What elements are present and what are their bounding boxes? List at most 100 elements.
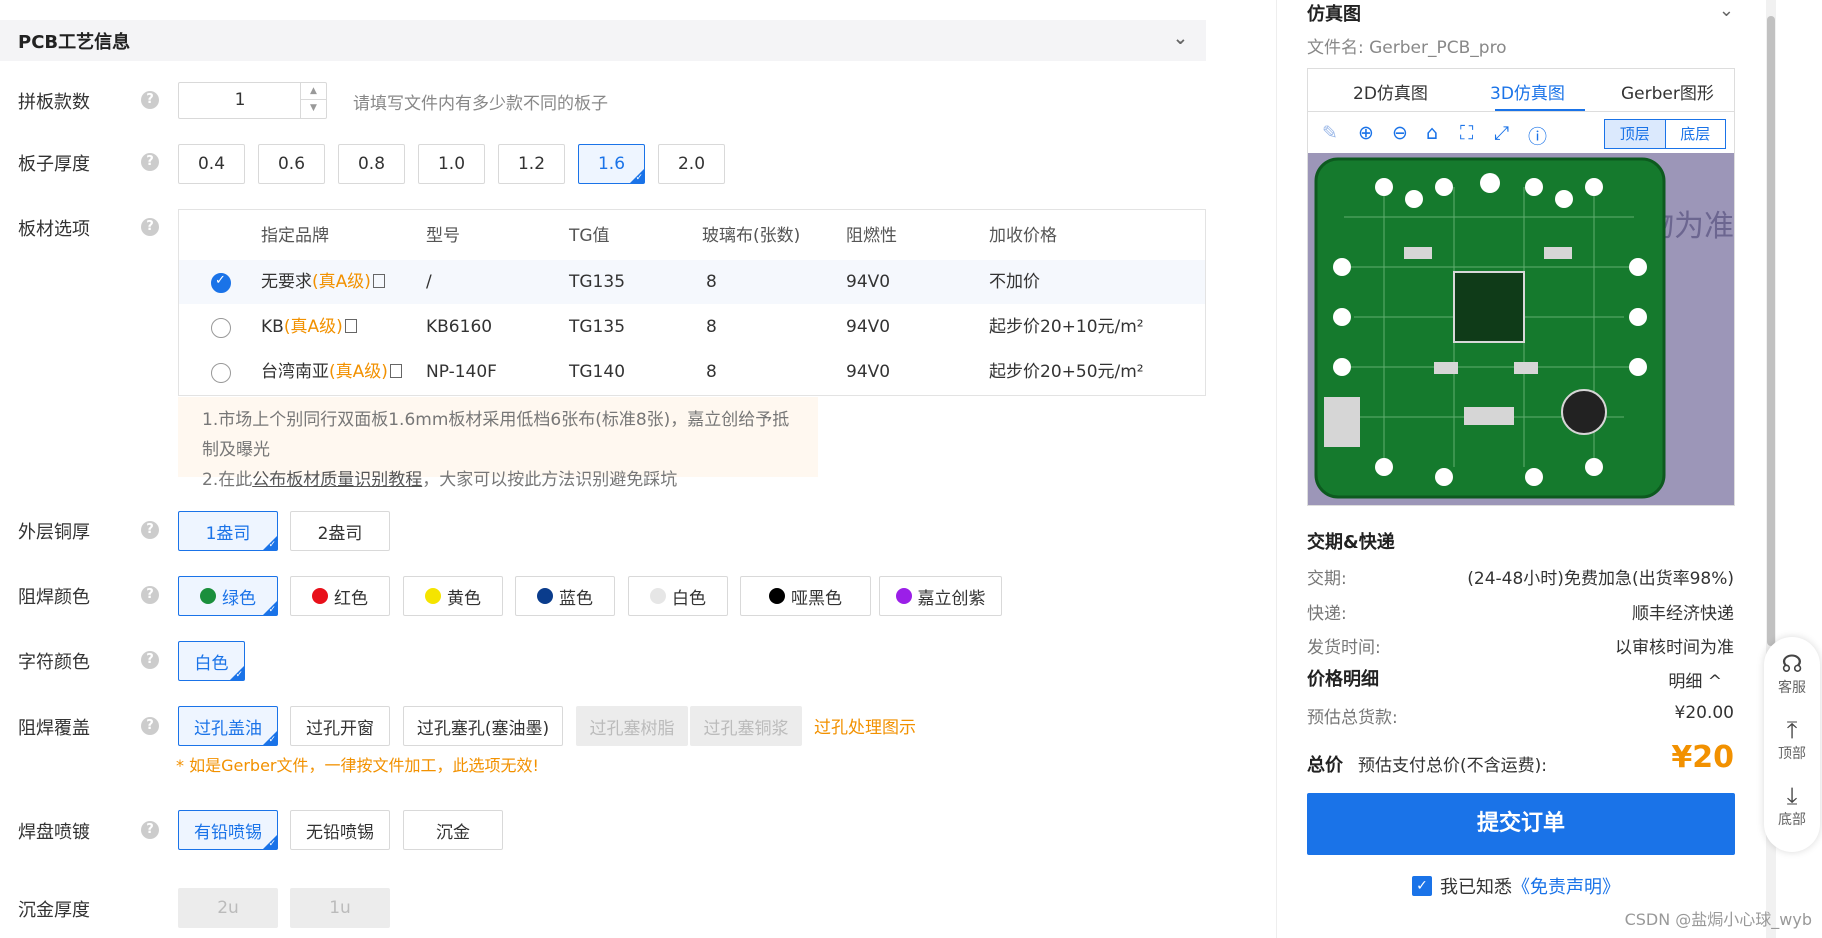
delivery-value: (24-48小时)免费加急(出货率98%) bbox=[1467, 569, 1734, 589]
mask-color-option[interactable]: 哑黑色 bbox=[740, 576, 871, 616]
radio[interactable] bbox=[211, 363, 231, 383]
panel-count-hint: 请填写文件内有多少款不同的板子 bbox=[353, 94, 608, 114]
pcb-3d-render[interactable]: 物为准 bbox=[1308, 153, 1734, 505]
help-icon[interactable]: ? bbox=[141, 717, 159, 735]
help-circle-icon[interactable]: ⓘ bbox=[1528, 122, 1547, 149]
mask-cover-label: 阻焊覆盖 bbox=[18, 718, 90, 739]
section-header-pcb[interactable]: PCB工艺信息 ⌄ bbox=[0, 20, 1206, 61]
mask-cover-option-disabled: 过孔塞树脂 bbox=[576, 706, 688, 746]
home-icon[interactable]: ⌂ bbox=[1426, 122, 1438, 144]
thickness-option-selected[interactable]: 1.6 ✓ bbox=[578, 144, 645, 184]
mask-cover-option[interactable]: 过孔塞孔(塞油墨) bbox=[403, 706, 563, 746]
fullscreen-icon[interactable]: ⤢ bbox=[1494, 122, 1509, 144]
pdf-icon[interactable] bbox=[372, 274, 385, 288]
help-icon[interactable]: ? bbox=[141, 153, 159, 171]
mask-color-option-selected[interactable]: 绿色 ✓ bbox=[178, 576, 278, 616]
yellow-swatch-icon bbox=[425, 588, 441, 604]
scrollbar-thumb[interactable] bbox=[1767, 16, 1775, 646]
float-label: 客服 bbox=[1778, 680, 1806, 696]
help-icon[interactable]: ? bbox=[141, 521, 159, 539]
chevron-down-icon[interactable]: ⌄ bbox=[1173, 28, 1188, 49]
back-to-top-button[interactable]: ⤒ 顶部 bbox=[1764, 717, 1820, 763]
total-label: 总价 bbox=[1307, 755, 1343, 776]
thickness-option[interactable]: 2.0 bbox=[658, 144, 725, 184]
thickness-option[interactable]: 0.8 bbox=[338, 144, 405, 184]
via-diagram-link[interactable]: 过孔处理图示 bbox=[814, 713, 916, 738]
silk-color-option-selected[interactable]: 白色 ✓ bbox=[178, 641, 245, 681]
help-icon[interactable]: ? bbox=[141, 218, 159, 236]
tutorial-link[interactable]: 公布板材质量识别教程 bbox=[252, 470, 422, 490]
mask-color-option[interactable]: 红色 bbox=[290, 576, 390, 616]
layer-top-button[interactable]: 顶层 bbox=[1605, 120, 1665, 148]
viewer-toolbar: ✎ ⊕ ⊖ ⌂ ⛶ ⤢ ⓘ 顶层 底层 bbox=[1308, 113, 1734, 153]
brand-name: 台湾南亚 bbox=[261, 362, 329, 382]
surface-option[interactable]: 沉金 bbox=[403, 810, 503, 850]
flame-cell: 94V0 bbox=[846, 317, 891, 337]
delivery-key: 交期: bbox=[1307, 569, 1347, 589]
radio-selected[interactable] bbox=[211, 273, 231, 293]
ruler-icon[interactable]: ✎ bbox=[1322, 122, 1338, 144]
thickness-label: 板子厚度 bbox=[18, 154, 90, 175]
mask-cover-option-selected[interactable]: 过孔盖油 ✓ bbox=[178, 706, 278, 746]
gold-thickness-label: 沉金厚度 bbox=[18, 900, 90, 921]
tab-gerber[interactable]: Gerber图形 bbox=[1621, 79, 1714, 104]
copper-option[interactable]: 2盎司 bbox=[290, 511, 390, 551]
agree-checkbox[interactable]: ✓ bbox=[1412, 876, 1432, 896]
increment-icon[interactable]: ▲ bbox=[301, 83, 326, 100]
thickness-option[interactable]: 1.0 bbox=[418, 144, 485, 184]
zoom-in-icon[interactable]: ⊕ bbox=[1358, 122, 1374, 144]
mask-cover-option[interactable]: 过孔开窗 bbox=[290, 706, 390, 746]
filename: 文件名: Gerber_PCB_pro bbox=[1307, 38, 1507, 58]
fit-icon[interactable]: ⛶ bbox=[1460, 122, 1473, 144]
decrement-icon[interactable]: ▼ bbox=[301, 100, 326, 117]
help-icon[interactable]: ? bbox=[141, 821, 159, 839]
table-row[interactable]: 无要求(真A级) / TG135 8 94V0 不加价 bbox=[179, 260, 1205, 304]
white-swatch-icon bbox=[650, 588, 666, 604]
customer-service-button[interactable]: ☊ 客服 bbox=[1764, 651, 1820, 697]
glass-cell: 8 bbox=[706, 272, 717, 292]
mask-cover-option-disabled: 过孔塞铜浆 bbox=[690, 706, 802, 746]
brand-cell: 台湾南亚(真A级) bbox=[261, 350, 402, 394]
pdf-icon[interactable] bbox=[389, 364, 402, 378]
submit-order-button[interactable]: 提交订单 bbox=[1307, 793, 1735, 855]
panel-count-value[interactable]: 1 bbox=[179, 83, 301, 118]
table-row[interactable]: 台湾南亚(真A级) NP-140F TG140 8 94V0 起步价20+50元… bbox=[179, 350, 1205, 394]
surface-option[interactable]: 无铅喷锡 bbox=[290, 810, 390, 850]
to-top-icon: ⤒ bbox=[1786, 716, 1798, 744]
help-icon[interactable]: ? bbox=[141, 651, 159, 669]
help-icon[interactable]: ? bbox=[141, 91, 159, 109]
mask-color-option[interactable]: 蓝色 bbox=[515, 576, 615, 616]
radio[interactable] bbox=[211, 318, 231, 338]
to-bottom-button[interactable]: ⤓ 底部 bbox=[1764, 783, 1820, 829]
price-detail-toggle[interactable]: 明细 ^ bbox=[1668, 667, 1722, 692]
note-line-1: 1.市场上个别同行双面板1.6mm板材采用低档6张布(标准8张)，嘉立创给予抵制… bbox=[202, 410, 790, 460]
tg-cell: TG140 bbox=[569, 362, 626, 382]
thickness-option[interactable]: 0.4 bbox=[178, 144, 245, 184]
tab-2d[interactable]: 2D仿真图 bbox=[1353, 79, 1428, 104]
table-row[interactable]: KB(真A级) KB6160 TG135 8 94V0 起步价20+10元/m² bbox=[179, 305, 1205, 349]
layer-bottom-button[interactable]: 底层 bbox=[1664, 120, 1726, 148]
grade-badge: (真A级) bbox=[312, 272, 371, 292]
price-title: 价格明细 bbox=[1307, 669, 1379, 690]
note-prefix: 2.在此 bbox=[202, 470, 253, 490]
col-header: 玻璃布(张数) bbox=[702, 226, 801, 246]
surface-option-selected[interactable]: 有铅喷锡 ✓ bbox=[178, 810, 278, 850]
zoom-out-icon[interactable]: ⊖ bbox=[1392, 122, 1408, 144]
mask-color-option[interactable]: 白色 bbox=[628, 576, 728, 616]
col-header: 阻燃性 bbox=[846, 226, 897, 246]
mask-color-option[interactable]: 嘉立创紫 bbox=[879, 576, 1002, 616]
thickness-option[interactable]: 0.6 bbox=[258, 144, 325, 184]
material-note: 1.市场上个别同行双面板1.6mm板材采用低档6张布(标准8张)，嘉立创给予抵制… bbox=[178, 397, 818, 490]
disclaimer-link[interactable]: 《免责声明》 bbox=[1512, 873, 1620, 899]
gold-thickness-option-disabled: 2u bbox=[178, 888, 278, 928]
mask-color-label: 阻焊颜色 bbox=[18, 587, 90, 608]
mask-color-option[interactable]: 黄色 bbox=[403, 576, 503, 616]
brand-name: 无要求 bbox=[261, 272, 312, 292]
chevron-down-icon[interactable]: ⌄ bbox=[1719, 0, 1734, 21]
copper-option-selected[interactable]: 1盎司 ✓ bbox=[178, 511, 278, 551]
panel-count-stepper[interactable]: 1 ▲ ▼ bbox=[178, 82, 327, 119]
tab-3d[interactable]: 3D仿真图 bbox=[1490, 79, 1565, 104]
thickness-option[interactable]: 1.2 bbox=[498, 144, 565, 184]
pdf-icon[interactable] bbox=[344, 319, 357, 333]
help-icon[interactable]: ? bbox=[141, 586, 159, 604]
